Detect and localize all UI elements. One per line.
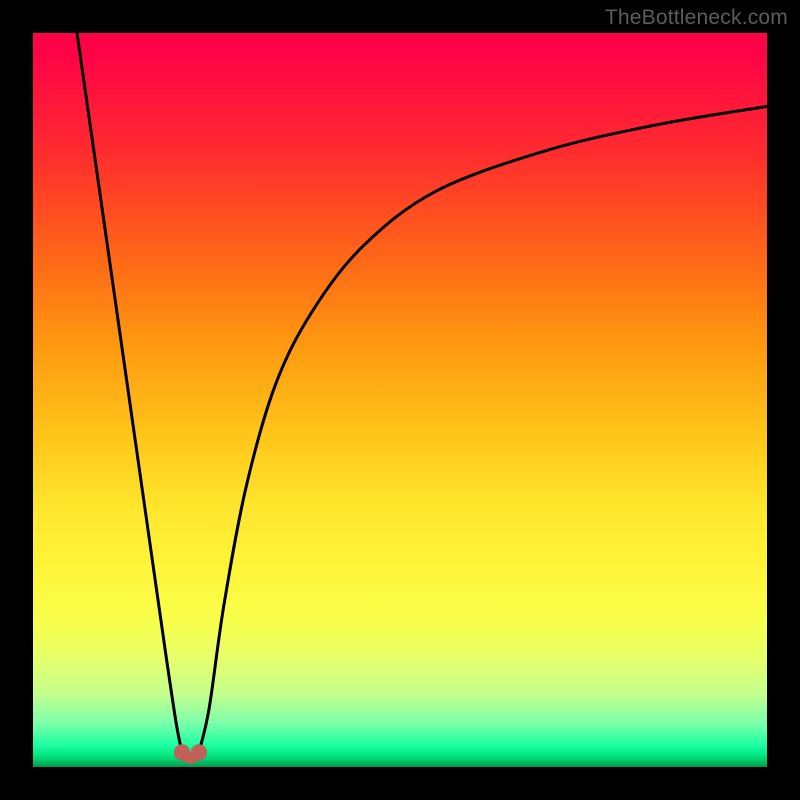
chart-frame: TheBottleneck.com [0, 0, 800, 800]
right-branch-curve [199, 106, 767, 752]
plot-area [33, 33, 767, 767]
minimum-marker-left [174, 744, 190, 760]
curve-layer [33, 33, 767, 767]
left-branch-curve [77, 33, 182, 752]
minimum-marker-right [191, 744, 207, 760]
attribution-label: TheBottleneck.com [605, 6, 788, 30]
